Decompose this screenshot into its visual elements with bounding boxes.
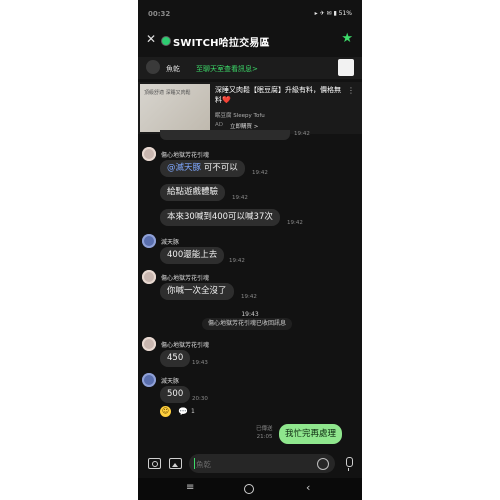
back-icon[interactable]: ‹ <box>306 481 310 494</box>
ad-label: AD <box>215 122 223 128</box>
camera-icon[interactable] <box>148 458 161 469</box>
sender-name: 傷心地獄芳花引魂 <box>161 152 210 159</box>
thread-count: 1 <box>191 408 195 415</box>
system-navigation-bar: ≡ ‹ <box>138 478 362 500</box>
avatar[interactable] <box>142 270 156 284</box>
message-bubble[interactable]: 給點遊戲體驗 <box>160 184 226 201</box>
mention-link[interactable]: @滅天豚 <box>167 163 201 173</box>
my-message-bubble[interactable]: 我忙完再處理 <box>279 424 343 444</box>
message-input-placeholder: 魚乾 <box>196 460 211 469</box>
ad-image: 頂級舒適 深睡又肉鬆 <box>140 84 210 132</box>
message-text: 450 <box>167 353 184 363</box>
message-time: 19:42 <box>294 131 310 137</box>
sender-name: 傷心地獄芳花引魂 <box>161 342 210 349</box>
message-bubble[interactable]: 500 <box>160 386 191 403</box>
star-icon[interactable]: ★ <box>341 31 353 46</box>
announcement-sender: 魚乾 <box>166 65 180 73</box>
message-time: 19:42 <box>241 294 257 300</box>
read-time: 21:05 <box>256 433 273 440</box>
close-icon[interactable]: ✕ <box>146 32 156 46</box>
system-status-icons: ▸ ✈ ✉ ▮ 51% <box>314 10 352 17</box>
avatar[interactable] <box>142 373 156 387</box>
message-text: 500 <box>167 389 184 399</box>
message-time: 19:43 <box>192 360 208 366</box>
message-text: 可不可以 <box>201 163 238 173</box>
sender-name: 滅天豚 <box>161 239 180 246</box>
emoji-icon[interactable] <box>317 458 329 470</box>
message-time: 19:42 <box>287 220 303 226</box>
avatar[interactable] <box>142 337 156 351</box>
message-bubble[interactable]: @滅天豚 可不可以 <box>160 160 245 177</box>
avatar[interactable] <box>142 234 156 248</box>
message-text: 400還能上去 <box>167 250 218 260</box>
system-notice: 傷心地獄芳花引魂已收回訊息 <box>202 318 293 330</box>
phone-screen: 00:32 ▸ ✈ ✉ ▮ 51% ✕ SWITCH哈拉交易區 ★ 魚乾 至聊天… <box>138 0 362 500</box>
ad-card[interactable]: 頂級舒適 深睡又肉鬆 深睡又肉鬆【眠豆腐】升級有料，價格無料❤️ ⋮ 眠豆腐 S… <box>138 82 362 134</box>
message-text: 我忙完再處理 <box>285 429 337 439</box>
ad-image-caption: 頂級舒適 深睡又肉鬆 <box>144 90 191 96</box>
read-label: 已傳送 <box>256 426 273 432</box>
announcement-link[interactable]: 至聊天室查看訊息> <box>196 64 258 74</box>
sender-name: 滅天豚 <box>161 378 180 385</box>
recent-apps-icon[interactable]: ≡ <box>186 482 194 493</box>
message-text: 給點遊戲體驗 <box>167 187 219 197</box>
chat-title: SWITCH哈拉交易區 <box>173 38 270 49</box>
online-status-icon <box>162 37 170 45</box>
more-options-icon[interactable]: ⋮ <box>347 86 355 95</box>
announcement-avatar <box>146 60 160 74</box>
message-text: 你喊一次全沒了 <box>167 286 227 296</box>
message-input[interactable]: 魚乾 <box>189 454 335 473</box>
announcement-bar[interactable]: 魚乾 至聊天室查看訊息> <box>138 57 362 79</box>
message-time: 20:30 <box>192 396 208 402</box>
system-time: 19:43 <box>241 311 259 318</box>
chat-header: ✕ SWITCH哈拉交易區 ★ <box>138 30 362 52</box>
input-bar: 魚乾 <box>138 452 362 476</box>
message-bubble-partial[interactable] <box>160 130 290 140</box>
status-bar: 00:32 ▸ ✈ ✉ ▮ 51% <box>138 0 362 28</box>
clock: 00:32 <box>148 10 171 18</box>
message-text: 本來30喊到400可以喊37次 <box>167 212 273 222</box>
reply-thread-icon[interactable]: 💬 <box>178 407 188 416</box>
ad-cta-link[interactable]: 立即購買 > <box>230 122 258 130</box>
smiley-reaction-icon[interactable]: ☺ <box>160 406 171 417</box>
sender-name: 傷心地獄芳花引魂 <box>161 275 210 282</box>
announcement-thumbnail <box>338 59 354 76</box>
image-icon[interactable] <box>169 458 182 469</box>
text-cursor <box>194 458 195 469</box>
message-time: 19:42 <box>252 170 268 176</box>
message-bubble[interactable]: 本來30喊到400可以喊37次 <box>160 209 280 226</box>
microphone-icon[interactable] <box>346 457 353 471</box>
ad-title[interactable]: 深睡又肉鬆【眠豆腐】升級有料，價格無料❤️ <box>215 86 347 106</box>
ad-brand: 眠豆腐 Sleepy Tofu <box>215 113 265 119</box>
message-bubble[interactable]: 400還能上去 <box>160 247 225 264</box>
message-bubble[interactable]: 你喊一次全沒了 <box>160 283 234 300</box>
avatar[interactable] <box>142 147 156 161</box>
read-status: 已傳送 21:05 <box>256 426 273 441</box>
message-bubble[interactable]: 450 <box>160 350 191 367</box>
home-icon[interactable] <box>244 484 254 494</box>
message-time: 19:42 <box>229 258 245 264</box>
message-time: 19:42 <box>232 195 248 201</box>
